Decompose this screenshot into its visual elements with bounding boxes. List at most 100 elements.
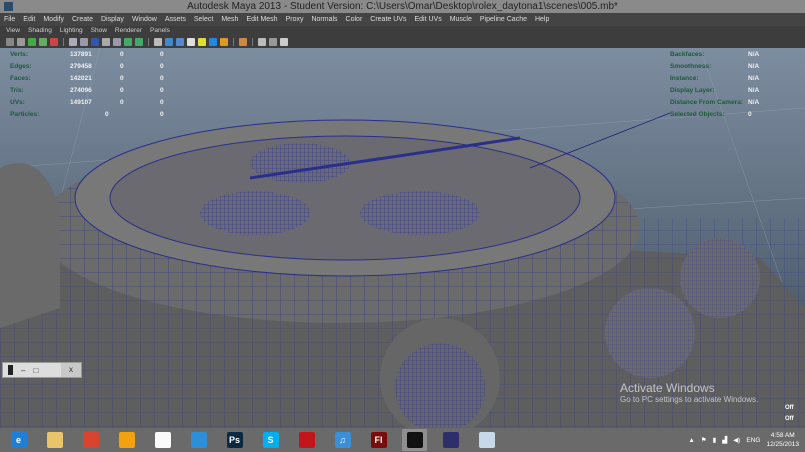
toolbar-tool-icon[interactable] [17,38,25,46]
menu-help[interactable]: Help [535,16,549,23]
hud-row: Faces: 142021 0 0 [10,72,210,84]
toolbar-tool-icon[interactable] [220,38,228,46]
taskbar-paint[interactable] [474,429,499,451]
show-hidden-icons[interactable]: ▲ [688,437,694,444]
internet-explorer-icon: e [10,432,27,448]
hud-label: Particles: [10,110,40,118]
window-title: Autodesk Maya 2013 - Student Version: C:… [187,1,618,12]
close-button[interactable]: x [61,363,81,377]
toolbar-tool-icon[interactable] [135,38,143,46]
menu-select[interactable]: Select [194,16,213,23]
toolbar-tool-icon[interactable] [187,38,195,46]
menu-create[interactable]: Create [72,16,93,23]
hud-value: N/A [748,62,760,70]
hud-value: 0 [120,86,124,94]
taskbar-internet-explorer[interactable]: e [6,429,31,451]
toolbar-tool-icon[interactable] [124,38,132,46]
menu-pipeline-cache[interactable]: Pipeline Cache [480,16,527,23]
toolbar-tool-icon[interactable] [113,38,121,46]
maximize-button[interactable]: □ [33,366,38,375]
taskbar-app-blue[interactable] [186,429,211,451]
taskbar-creative-cloud[interactable] [294,429,319,451]
hud-value: 0 [120,98,124,106]
taskbar-chrome[interactable] [78,429,103,451]
menu-create-uvs[interactable]: Create UVs [370,16,406,23]
watermark-title: Activate Windows [620,381,715,395]
panel-menu-panels[interactable]: Panels [150,27,170,34]
taskbar-skype[interactable]: S [258,429,283,451]
hud-value: 0 [105,110,109,118]
hud-value: 0 [160,86,164,94]
toolbar-tool-icon[interactable] [154,38,162,46]
itunes-icon: ♫ [334,432,351,448]
hud-value: 0 [120,50,124,58]
toolbar-tool-icon[interactable] [50,38,58,46]
toolbar-separator [233,38,234,46]
taskbar-file-explorer[interactable] [42,429,67,451]
minimize-button[interactable]: – [21,366,25,375]
hud-label: Selected Objects: [670,110,725,118]
toolbar-tool-icon[interactable] [69,38,77,46]
app-blue-icon [190,432,207,448]
menu-muscle[interactable]: Muscle [450,16,472,23]
taskbar-maya-launcher[interactable] [114,429,139,451]
menu-display[interactable]: Display [101,16,124,23]
toolbar-tool-icon[interactable] [239,38,247,46]
toolbar-tool-icon[interactable] [91,38,99,46]
toolbar-tool-icon[interactable] [28,38,36,46]
toolbar-tool-icon[interactable] [39,38,47,46]
menu-assets[interactable]: Assets [165,16,186,23]
maya-app-icon[interactable] [4,2,13,11]
panel-menu-lighting[interactable]: Lighting [60,27,83,34]
menu-file[interactable]: File [4,16,15,23]
menu-modify[interactable]: Modify [43,16,64,23]
taskbar-flash[interactable]: Fl [366,429,391,451]
toolbar-tool-icon[interactable] [280,38,288,46]
toolbar-tool-icon[interactable] [102,38,110,46]
toolbar-tool-icon[interactable] [165,38,173,46]
volume-icon[interactable]: ◀) [733,436,740,444]
toolbar-tool-icon[interactable] [269,38,277,46]
panel-menu-renderer[interactable]: Renderer [115,27,142,34]
menu-window[interactable]: Window [132,16,157,23]
panel-menu-view[interactable]: View [6,27,20,34]
taskbar-itunes[interactable]: ♫ [330,429,355,451]
taskbar-mudbox[interactable] [438,429,463,451]
object-details-hud: Backfaces: N/A Smoothness: N/A Instance: N/A D… [670,48,798,120]
toolbar-tool-icon[interactable] [6,38,14,46]
hud-label: Tris: [10,86,24,94]
taskbar-photoshop[interactable]: Ps [222,429,247,451]
panel-menu-show[interactable]: Show [91,27,107,34]
3d-viewport[interactable]: Verts: 137891 0 0 Edges: 279458 0 0 Faces: 142021… [0,48,805,428]
toolbar-tool-icon[interactable] [198,38,206,46]
menu-normals[interactable]: Normals [311,16,337,23]
hud-value: 0 [120,62,124,70]
menu-color[interactable]: Color [346,16,363,23]
battery-icon[interactable]: ▮ [713,436,717,444]
hud-label: Edges: [10,62,32,70]
hud-row: Selected Objects: 0 [670,108,798,120]
taskbar-maya[interactable] [402,429,427,451]
system-tray: ▲ ⚑ ▮ ▟ ◀) ENG 4:58 AM 12/25/2013 [688,428,799,452]
minimized-window-bar[interactable]: – □ x [2,362,82,378]
menu-edit-mesh[interactable]: Edit Mesh [246,16,277,23]
toolbar-tool-icon[interactable] [80,38,88,46]
toolbar-tool-icon[interactable] [258,38,266,46]
panel-menu-shading[interactable]: Shading [28,27,52,34]
toolbar-tool-icon[interactable] [209,38,217,46]
toolbar-separator [63,38,64,46]
flag-icon[interactable]: ⚑ [701,436,707,444]
toolbar-tool-icon[interactable] [176,38,184,46]
watermark-subtitle: Go to PC settings to activate Windows. [620,395,759,404]
clock[interactable]: 4:58 AM 12/25/2013 [766,431,799,449]
hud-value: 0 [160,110,164,118]
maya-icon [406,432,423,448]
activate-windows-watermark: Activate Windows Go to PC settings to ac… [620,381,758,404]
menu-edit-uvs[interactable]: Edit UVs [414,16,441,23]
menu-edit[interactable]: Edit [23,16,35,23]
menu-proxy[interactable]: Proxy [286,16,304,23]
language-indicator[interactable]: ENG [746,437,760,444]
network-icon[interactable]: ▟ [722,436,727,444]
menu-mesh[interactable]: Mesh [221,16,238,23]
taskbar-document[interactable] [150,429,175,451]
